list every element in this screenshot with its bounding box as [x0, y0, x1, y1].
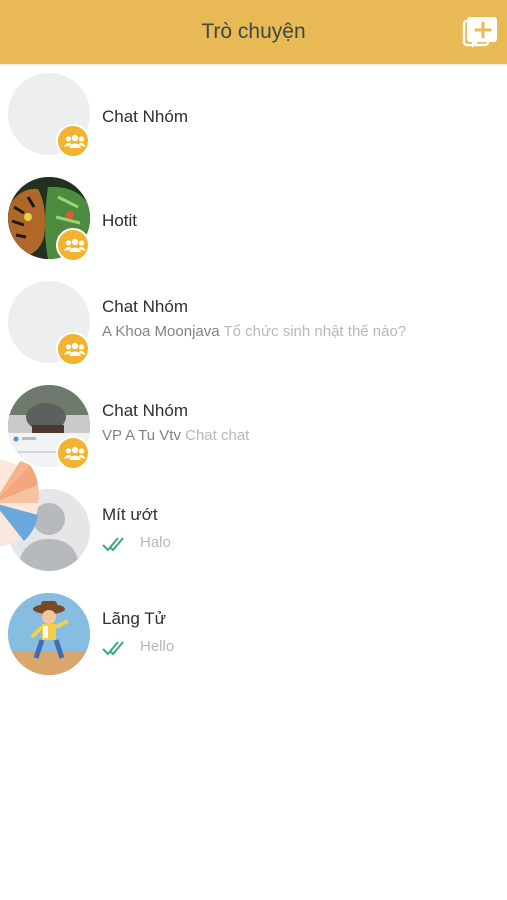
- conversation-row[interactable]: Lãng Tử Hello: [0, 584, 507, 688]
- avatar: [8, 593, 90, 675]
- conversation-row[interactable]: Chat Nhóm: [0, 64, 507, 168]
- message-preview: Chat chat: [185, 427, 250, 444]
- last-message: VP A Tu Vtv Chat chat: [102, 427, 249, 444]
- conversation-row[interactable]: Hotit: [0, 168, 507, 272]
- conversation-row[interactable]: Chat Nhóm A Khoa Moonjava Tổ chức sinh n…: [0, 272, 507, 376]
- message-sender: A Khoa Moonjava: [102, 323, 220, 340]
- group-icon: [56, 332, 90, 366]
- read-receipt-icon: [102, 537, 124, 552]
- last-message: A Khoa Moonjava Tổ chức sinh nhật thế nà…: [102, 323, 406, 340]
- conversation-name: Chat Nhóm: [102, 401, 188, 420]
- top-bar: Trò chuyện: [0, 0, 507, 64]
- message-sender: VP A Tu Vtv: [102, 427, 181, 444]
- compose-chat-icon: [462, 17, 497, 48]
- floating-widget[interactable]: [0, 455, 40, 550]
- group-icon: [56, 124, 90, 158]
- message-preview: Hello: [140, 638, 175, 655]
- conversation-name: Chat Nhóm: [102, 297, 188, 316]
- conversation-name: Mít ướt: [102, 505, 158, 524]
- group-icon: [56, 436, 90, 470]
- message-preview: Halo: [140, 534, 171, 551]
- group-icon: [56, 228, 90, 262]
- conversation-name: Chat Nhóm: [102, 107, 188, 126]
- conversation-row[interactable]: Mít ướt Halo: [0, 480, 507, 584]
- message-preview: Tổ chức sinh nhật thế nào?: [223, 323, 407, 340]
- read-receipt-icon: [102, 641, 124, 656]
- conversation-name: Lãng Tử: [102, 609, 166, 628]
- conversation-list: Chat Nhóm Hotit Chat Nhóm A Khoa Moonjav…: [0, 64, 507, 688]
- floating-widget-icon: [0, 459, 39, 547]
- conversation-name: Hotit: [102, 211, 137, 230]
- compose-chat-button[interactable]: [462, 15, 500, 51]
- conversation-row[interactable]: Chat Nhóm VP A Tu Vtv Chat chat: [0, 376, 507, 480]
- page-title: Trò chuyện: [201, 20, 306, 43]
